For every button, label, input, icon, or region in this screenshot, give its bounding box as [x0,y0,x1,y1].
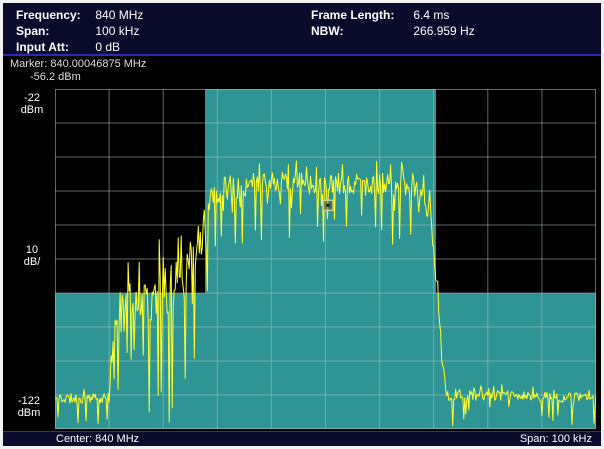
span-value: 100 kHz [95,24,139,38]
grid-lines [55,89,596,429]
input-att-label: Input Att: [16,39,92,55]
nbw-readout: NBW: 266.959 Hz [311,23,475,39]
frequency-label: Frequency: [16,7,92,23]
frame-length-label: Frame Length: [311,7,410,23]
frame-length-value: 6.4 ms [413,8,449,22]
bottom-level-label: -122 dBm [6,395,52,419]
spectrum-canvas [55,89,596,429]
center-frequency-readout: Center: 840 MHz [56,432,139,446]
bottom-level-value: -122 [6,395,52,407]
nbw-label: NBW: [311,23,410,39]
scale-unit: dB/ [12,256,52,268]
span-readout-bottom: Span: 100 kHz [520,432,592,446]
ref-level-unit: dBm [12,104,52,116]
marker-symbol [323,200,333,210]
header-left-column: Frequency: 840 MHz Span: 100 kHz Input A… [16,7,143,55]
span-label: Span: [16,23,92,39]
frame-length-readout: Frame Length: 6.4 ms [311,7,475,23]
scale-value: 10 [12,244,52,256]
bottom-annotation-bar: Center: 840 MHz Span: 100 kHz [3,431,601,446]
span-readout-top: Span: 100 kHz [16,23,143,39]
spectrum-plot [55,89,596,429]
spectrum-analyzer-screen: Frequency: 840 MHz Span: 100 kHz Input A… [0,0,604,449]
marker-amplitude-readout: -56.2 dBm [10,71,146,84]
input-att-value: 0 dB [95,40,120,54]
settings-header: Frequency: 840 MHz Span: 100 kHz Input A… [3,3,601,56]
ref-level-label: -22 dBm [12,92,52,116]
nbw-value: 266.959 Hz [413,24,474,38]
ref-level-value: -22 [12,92,52,104]
frequency-readout: Frequency: 840 MHz [16,7,143,23]
input-att-readout: Input Att: 0 dB [16,39,143,55]
header-right-column: Frame Length: 6.4 ms NBW: 266.959 Hz [311,7,475,39]
marker-readout: Marker: 840.00046875 MHz -56.2 dBm [10,58,146,84]
scale-per-div-label: 10 dB/ [12,244,52,268]
frequency-value: 840 MHz [95,8,143,22]
bottom-level-unit: dBm [6,407,52,419]
marker-frequency-readout: Marker: 840.00046875 MHz [10,58,146,71]
